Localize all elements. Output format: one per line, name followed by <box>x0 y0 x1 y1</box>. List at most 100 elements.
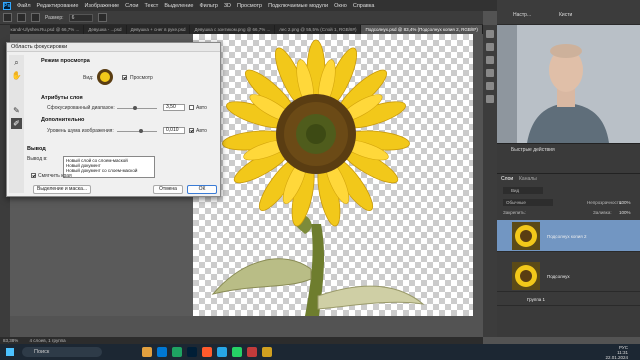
telegram-icon[interactable] <box>217 347 227 357</box>
search-label: Поиск <box>34 349 50 355</box>
layer-row[interactable]: Подсолнух <box>497 260 640 292</box>
home-icon[interactable] <box>3 13 12 22</box>
auto-label-1: Авто <box>196 105 207 111</box>
output-heading: Вывод <box>27 146 46 152</box>
menu-3d[interactable]: 3D <box>224 3 231 9</box>
windows-start-icon[interactable] <box>6 348 14 356</box>
noise-knob[interactable] <box>139 129 143 133</box>
focus-range-label: Сфокусированный диапазон: <box>47 105 115 111</box>
view-mode-heading: Режим просмотра <box>41 58 90 64</box>
menu-select[interactable]: Выделение <box>164 3 193 9</box>
doc-info: 4 слоев, 1 группа <box>29 338 66 343</box>
yandex-icon[interactable] <box>202 347 212 357</box>
chrome-icon[interactable] <box>172 347 182 357</box>
right-panel-header: Настр... Кисти <box>497 0 640 25</box>
dialog-tools: ⌕ ✋ ✎ ✐ <box>9 55 24 193</box>
menu-window[interactable]: Окно <box>334 3 347 9</box>
advanced-heading[interactable]: Дополнительно <box>41 117 84 123</box>
document-canvas[interactable] <box>193 34 473 316</box>
menu-filter[interactable]: Фильтр <box>199 3 217 9</box>
document-tab[interactable]: Девушка с зонтиком.png @ 66,7% ... <box>190 25 276 34</box>
layer-name[interactable]: Подсолнух копия 2 <box>547 234 587 239</box>
history-icon[interactable] <box>486 30 494 38</box>
noise-track[interactable] <box>117 131 157 132</box>
output-option[interactable]: Новый документ со слоем-маской <box>66 168 152 173</box>
clock-date: 22.01.2024 <box>605 354 628 360</box>
menu-view[interactable]: Просмотр <box>237 3 262 9</box>
cancel-button[interactable]: Отмена <box>153 185 183 194</box>
edge-icon[interactable] <box>157 347 167 357</box>
layer-name[interactable]: Подсолнух <box>547 274 570 279</box>
menu-file[interactable]: Файл <box>17 3 31 9</box>
photoshop-logo: Ps <box>3 1 11 10</box>
document-tab[interactable]: Девушка + снег в руке.psd <box>127 25 191 34</box>
menu-edit[interactable]: Редактирование <box>37 3 79 9</box>
photoshop-icon[interactable] <box>187 347 197 357</box>
app-icon[interactable] <box>262 347 272 357</box>
focus-range-track[interactable] <box>117 108 157 109</box>
properties-icon[interactable] <box>486 82 494 90</box>
menu-plugins[interactable]: Подключаемые модули <box>268 3 328 9</box>
layer-group-row[interactable]: Группа 1 <box>497 294 640 306</box>
tab-channels[interactable]: Каналы <box>519 176 537 182</box>
app-icon[interactable] <box>247 347 257 357</box>
status-bar: 83,38% 4 слоев, 1 группа <box>0 337 483 344</box>
taskbar-search[interactable]: Поиск <box>22 347 102 357</box>
opacity-value[interactable]: 100% <box>619 200 631 205</box>
fill-label: Заливка: <box>593 210 612 215</box>
document-tab[interactable]: Alexandr-Ulyshev.Ru.psd @ 66,7% ... <box>0 25 85 34</box>
document-tabs: Alexandr-Ulyshev.Ru.psd @ 66,7% ... Девуш… <box>0 25 483 34</box>
auto-checkbox-2[interactable] <box>189 128 194 133</box>
quick-actions-title[interactable]: Быстрые действия <box>497 144 640 156</box>
menu-layers[interactable]: Слои <box>125 3 138 9</box>
taskbar-apps <box>142 347 272 357</box>
hand-tool-icon[interactable]: ✋ <box>11 70 22 81</box>
options-bar: Размер: 6 <box>0 11 483 25</box>
fill-value[interactable]: 100% <box>619 210 631 215</box>
group-name[interactable]: Группа 1 <box>527 297 545 302</box>
preview-checkbox[interactable] <box>122 75 127 80</box>
folder-icon[interactable] <box>142 347 152 357</box>
brush-tool-icon[interactable] <box>17 13 26 22</box>
focus-add-brush-icon[interactable]: ✎ <box>11 105 22 116</box>
noise-value[interactable]: 0,010 <box>163 127 185 134</box>
whatsapp-icon[interactable] <box>232 347 242 357</box>
ok-button[interactable]: ОК <box>187 185 217 194</box>
soften-label: Смягчить края <box>38 173 72 179</box>
layer-filter[interactable]: Вид <box>503 187 543 194</box>
brushes-tab[interactable]: Кисти <box>559 12 572 18</box>
system-tray[interactable]: РУС 11:31 22.01.2024 <box>605 345 628 360</box>
output-dropdown[interactable]: Новый слой со слоем-маской Новый докумен… <box>63 156 155 178</box>
adjust-tab[interactable]: Настр... <box>513 12 531 18</box>
actions-icon[interactable] <box>486 95 494 103</box>
windows-taskbar: Поиск РУС 11:31 22.01.2024 <box>0 344 640 360</box>
menu-image[interactable]: Изображение <box>84 3 119 9</box>
blend-mode[interactable]: Обычные <box>503 199 553 206</box>
size-field[interactable]: 6 <box>68 13 93 22</box>
select-mask-button[interactable]: Выделение и маска... <box>33 185 91 194</box>
soften-checkbox[interactable] <box>31 173 36 178</box>
document-tab[interactable]: Девушка - ...psd <box>84 25 127 34</box>
tab-layers[interactable]: Слои <box>501 176 513 182</box>
panel-icon-strip <box>483 25 497 337</box>
angle-icon[interactable] <box>97 13 107 22</box>
zoom-tool-icon[interactable]: ⌕ <box>11 57 22 68</box>
brush-preset-icon[interactable] <box>31 13 40 22</box>
menu-text[interactable]: Текст <box>144 3 158 9</box>
focus-range-value[interactable]: 3,50 <box>163 104 185 111</box>
view-label: Вид: <box>83 75 94 81</box>
zoom-level[interactable]: 83,38% <box>3 338 18 343</box>
view-thumbnail[interactable] <box>97 69 113 85</box>
webcam-overlay <box>497 25 640 143</box>
color-icon[interactable] <box>486 43 494 51</box>
focus-subtract-brush-icon[interactable]: ✐ <box>11 118 22 129</box>
document-tab[interactable]: Подсолнух.psd @ 83,4% (Подсолнух копия 2… <box>361 25 483 34</box>
adjustments-icon[interactable] <box>486 69 494 77</box>
menu-help[interactable]: Справка <box>353 3 375 9</box>
layer-row[interactable]: Подсолнух копия 2 <box>497 220 640 252</box>
auto-checkbox-1[interactable] <box>189 105 194 110</box>
document-tab[interactable]: лес 2.png @ 55,5% (Слой 1, RGB/8#) <box>275 25 362 34</box>
swatches-icon[interactable] <box>486 56 494 64</box>
focus-range-knob[interactable] <box>133 106 137 110</box>
auto-label-2: Авто <box>196 128 207 134</box>
